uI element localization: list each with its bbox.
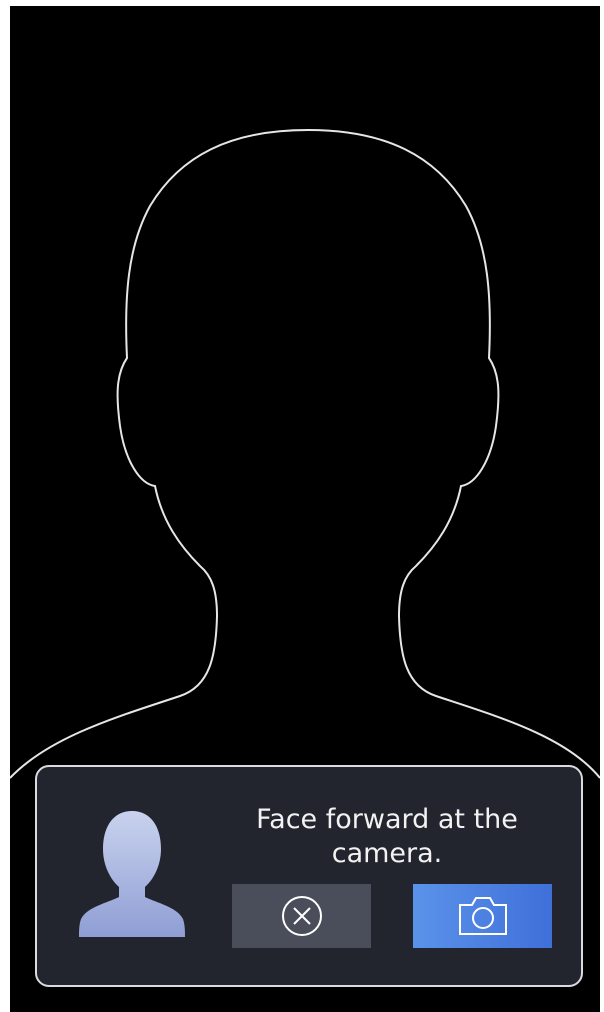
cancel-button[interactable] — [232, 884, 371, 948]
camera-preview: Face forward at the camera. — [10, 6, 600, 1012]
user-avatar-icon — [79, 811, 185, 937]
capture-instruction: Face forward at the camera. — [256, 804, 518, 869]
close-circle-icon — [281, 896, 322, 936]
capture-panel: Face forward at the camera. — [35, 765, 583, 987]
capture-button[interactable] — [413, 884, 552, 948]
camera-icon — [458, 897, 507, 935]
